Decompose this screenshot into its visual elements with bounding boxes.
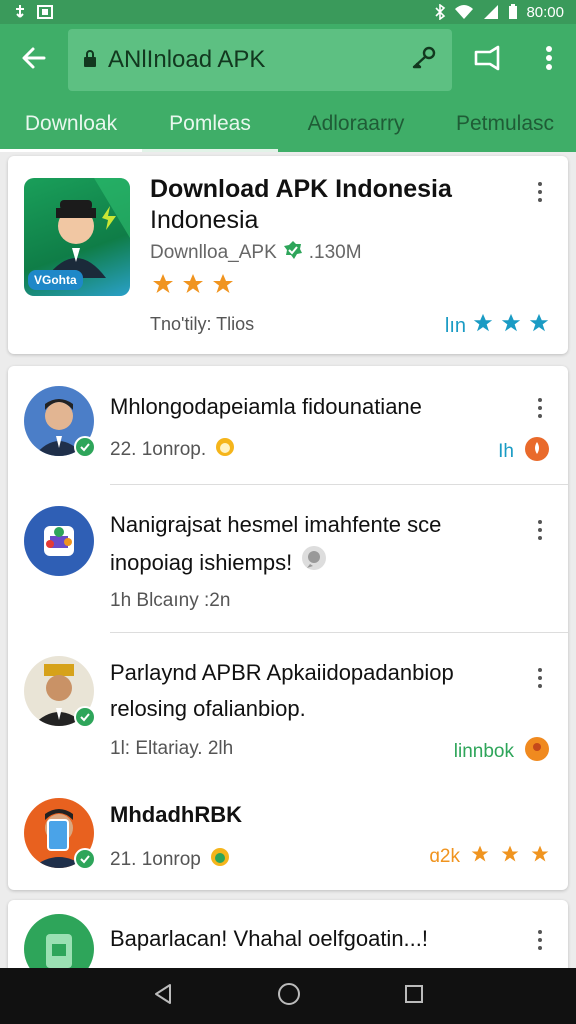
avatar <box>24 506 94 576</box>
check-badge-icon <box>74 706 96 728</box>
list-item-meta: 1h Blcaıny :2n <box>110 590 231 611</box>
list-item-title: Mhlongodapeiamla fidounatiane <box>110 394 422 419</box>
list-item-title: Nanigrajsat hesmel imahfente sce <box>110 512 442 537</box>
avatar <box>24 798 96 870</box>
bluetooth-icon <box>434 4 446 20</box>
featured-app-stars <box>150 272 236 301</box>
more-vert-icon <box>545 45 553 76</box>
list-item-right-text: Ih <box>498 441 514 462</box>
tab-downloak[interactable]: Downloak <box>0 96 142 152</box>
list-item-title-line2-text: inopoiag ishiemps! <box>110 550 293 575</box>
star-icon <box>210 272 236 301</box>
list-item-meta: 22. 1onrop. <box>110 436 236 464</box>
check-badge-icon <box>74 848 96 870</box>
back-arrow-icon <box>21 45 47 76</box>
featured-app-size: .130M <box>308 242 362 263</box>
list-item-right-text: linnbok <box>453 741 514 762</box>
list-item-right: Ih <box>498 436 550 468</box>
avatar <box>24 386 96 458</box>
list-item-right: linnbok <box>454 736 550 768</box>
featured-app-publisher: Downlloa_APK <box>150 242 277 263</box>
check-badge-icon <box>74 436 96 458</box>
list-item-right: ɑ2k <box>429 844 550 870</box>
battery-icon <box>508 4 518 20</box>
list-item-meta: 21. 1onrop <box>110 846 231 874</box>
tab-bar: Downloak Pomleas Adloraarry Petmulasc <box>0 96 576 152</box>
lock-icon <box>82 48 98 73</box>
star-icon <box>150 272 176 301</box>
featured-app-title[interactable]: Download APK Indonesia <box>150 174 530 205</box>
nav-home-icon[interactable] <box>277 982 301 1011</box>
nav-back-icon[interactable] <box>152 983 174 1010</box>
list-item-meta-text: 21. 1onrop <box>110 849 201 870</box>
search-field[interactable]: ANlInload APK <box>68 29 452 91</box>
featured-app-icon[interactable]: VGohta <box>24 178 130 296</box>
tab-adloraarry[interactable]: Adloraarry <box>278 96 434 152</box>
chat-bubble-icon <box>300 544 328 582</box>
list-item-title: Baparlacan! Vhahal oelfgoatin...! <box>110 926 429 951</box>
list-item-meta: 1l: Eltariay. 2lh <box>110 738 234 759</box>
divider <box>110 484 568 485</box>
more-vert-icon[interactable] <box>530 520 550 540</box>
status-bar: 80:00 <box>0 0 576 24</box>
list-item-title: Parlaynd APBR Apkaiidopadanbiop <box>110 660 454 685</box>
more-vert-icon[interactable] <box>530 668 550 688</box>
result-list: Mhlongodapeiamla fidounatiane 22. 1onrop… <box>8 366 568 890</box>
star-icon <box>528 312 550 340</box>
screenshot-icon <box>36 4 54 20</box>
list-item-meta-text: 22. 1onrop. <box>110 439 207 460</box>
emoji-icon <box>214 436 236 464</box>
star-icon <box>500 844 520 870</box>
list-item-title: MhdadhRBK <box>110 802 242 827</box>
avatar <box>24 656 96 728</box>
share-icon <box>473 45 501 76</box>
star-icon <box>500 312 522 340</box>
verified-icon <box>283 240 303 266</box>
system-nav-bar <box>0 968 576 1024</box>
more-vert-icon[interactable] <box>530 398 550 418</box>
tab-petmulasc[interactable]: Petmulasc <box>434 96 576 152</box>
star-icon <box>180 272 206 301</box>
featured-app-card[interactable]: VGohta Download APK Indonesia Indonesia … <box>8 156 568 354</box>
nav-recents-icon[interactable] <box>404 984 424 1009</box>
signal-icon <box>482 4 500 20</box>
featured-app-subtitle: Downlloa_APK .130M <box>150 240 362 266</box>
emoji-icon <box>209 846 231 874</box>
app-bar: ANlInload APK <box>0 24 576 96</box>
featured-app-title-line2: Indonesia <box>150 206 259 234</box>
clock: 80:00 <box>526 3 564 21</box>
key-icon[interactable] <box>410 45 438 76</box>
star-icon <box>530 844 550 870</box>
share-button[interactable] <box>452 45 522 76</box>
usb-icon <box>12 4 28 20</box>
orange-badge-icon <box>524 736 550 768</box>
featured-app-rating: lın <box>445 312 550 340</box>
more-vert-icon[interactable] <box>530 182 550 202</box>
list-item-title-line2: relosing ofalianbiop. <box>110 696 306 721</box>
list-item-title-line2: inopoiag ishiemps! <box>110 544 520 582</box>
overflow-menu-button[interactable] <box>522 45 576 76</box>
star-icon <box>470 844 490 870</box>
orange-badge-icon <box>524 436 550 468</box>
divider <box>110 632 568 633</box>
featured-app-icon-label: VGohta <box>28 270 83 290</box>
more-vert-icon[interactable] <box>530 930 550 950</box>
search-query[interactable]: ANlInload APK <box>108 46 404 74</box>
star-icon <box>472 312 494 340</box>
back-button[interactable] <box>0 24 68 96</box>
tab-pomleas[interactable]: Pomleas <box>142 96 278 152</box>
featured-app-rating-text: lın <box>444 314 466 337</box>
list-item-right-text: ɑ2k <box>429 846 460 867</box>
wifi-icon <box>454 4 474 20</box>
featured-app-meta: Tno'tily: Tlios <box>150 314 255 334</box>
